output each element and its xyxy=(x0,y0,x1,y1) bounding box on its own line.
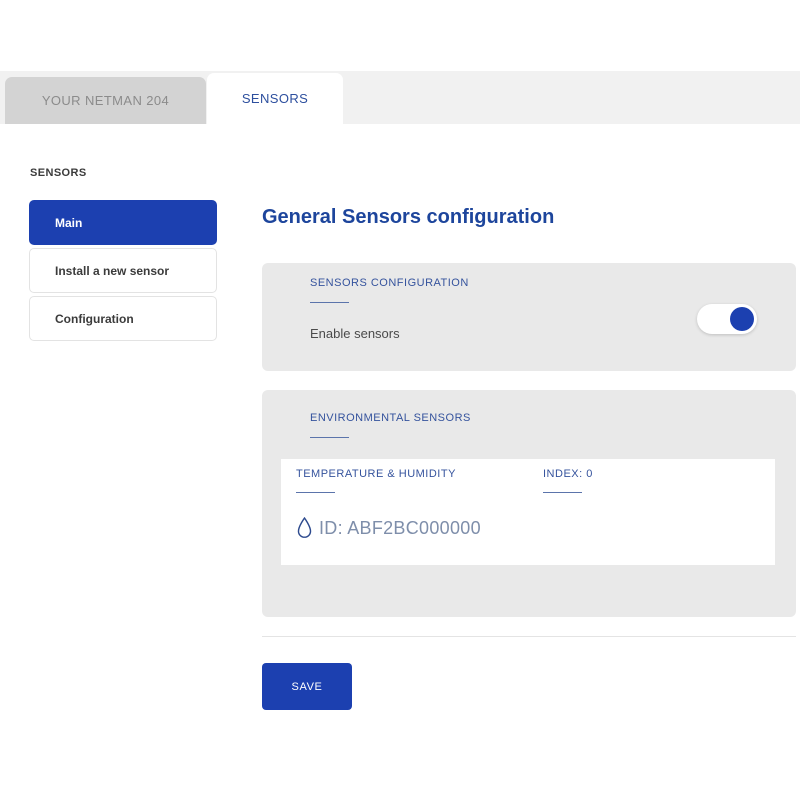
tab-your-netman-204[interactable]: YOUR NETMAN 204 xyxy=(5,77,206,124)
sidebar: SENSORS Main Install a new sensor Config… xyxy=(29,167,217,344)
sidebar-item-install-new-sensor[interactable]: Install a new sensor xyxy=(29,248,217,293)
tab-bar: YOUR NETMAN 204 SENSORS xyxy=(0,71,800,124)
toggle-knob xyxy=(730,307,754,331)
divider xyxy=(262,636,796,637)
sensor-card-temperature-humidity: TEMPERATURE & HUMIDITY INDEX: 0 ID: ABF2… xyxy=(281,459,775,565)
sidebar-item-label: Install a new sensor xyxy=(55,264,169,278)
section-underline xyxy=(310,302,349,303)
sidebar-item-label: Main xyxy=(55,216,82,230)
sidebar-item-configuration[interactable]: Configuration xyxy=(29,296,217,341)
droplet-icon xyxy=(296,514,313,542)
section-underline xyxy=(543,492,582,493)
environmental-sensors-card: ENVIRONMENTAL SENSORS TEMPERATURE & HUMI… xyxy=(262,390,796,617)
sensor-id-row: ID: ABF2BC000000 xyxy=(296,514,481,542)
page-title: General Sensors configuration xyxy=(262,206,554,229)
sensors-configuration-card: SENSORS CONFIGURATION Enable sensors xyxy=(262,263,796,371)
save-button[interactable]: SAVE xyxy=(262,663,352,710)
section-title: SENSORS CONFIGURATION xyxy=(310,277,469,289)
sidebar-item-main[interactable]: Main xyxy=(29,200,217,245)
section-title: ENVIRONMENTAL SENSORS xyxy=(310,412,471,424)
sensor-type-label: TEMPERATURE & HUMIDITY xyxy=(296,468,456,480)
enable-sensors-toggle[interactable] xyxy=(697,304,757,334)
sidebar-heading: SENSORS xyxy=(29,167,217,179)
sensor-index-label: INDEX: 0 xyxy=(543,468,593,480)
tab-label: YOUR NETMAN 204 xyxy=(42,93,169,108)
sensor-id-label: ID: ABF2BC000000 xyxy=(319,518,481,539)
tab-sensors[interactable]: SENSORS xyxy=(207,73,343,124)
section-underline xyxy=(310,437,349,438)
sidebar-item-label: Configuration xyxy=(55,312,134,326)
enable-sensors-label: Enable sensors xyxy=(310,326,400,341)
section-underline xyxy=(296,492,335,493)
tab-label: SENSORS xyxy=(242,91,308,106)
